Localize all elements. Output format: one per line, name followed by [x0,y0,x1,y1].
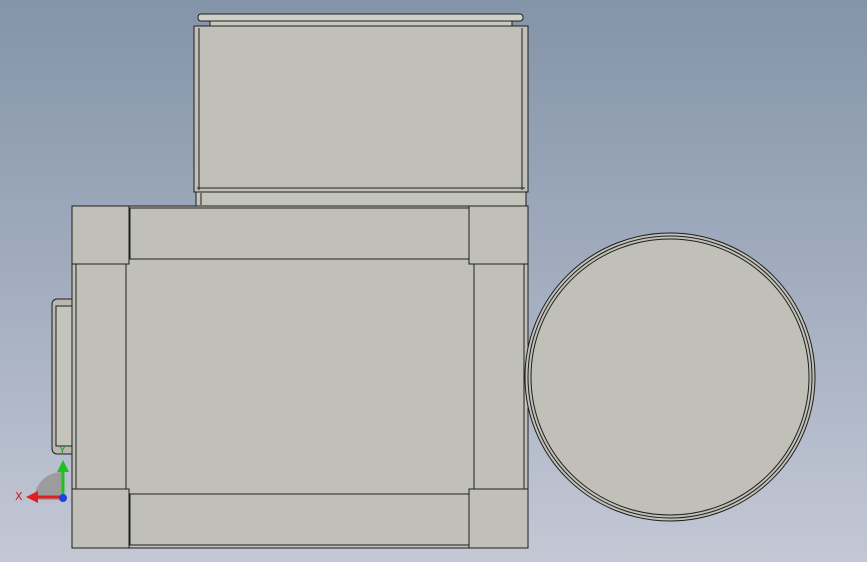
bottom-rail [129,493,470,546]
x-axis-label: X [15,490,23,503]
terminal-box-base [195,191,527,207]
axis-triad: X Y [15,444,69,503]
end-cap-inner [530,238,810,516]
corner-block-top-left [71,205,130,265]
top-rail [129,207,470,260]
terminal-box-lid-seat [209,20,513,27]
terminal-box-body [193,25,529,193]
z-axis-dot [59,494,67,502]
y-axis-arrow [57,460,69,472]
x-axis-arrow [26,491,38,503]
terminal-box [193,13,529,207]
corner-block-bottom-right [468,488,529,549]
y-axis-label: Y [58,444,66,457]
corner-block-bottom-left [71,488,130,549]
motor-body-panel [125,258,475,495]
model-drawing: X Y [15,13,816,549]
corner-block-top-right [468,205,529,265]
motor-body [71,205,529,549]
end-cap [524,232,816,522]
terminal-box-lid [197,13,524,22]
cad-viewport[interactable]: X Y [0,0,867,562]
